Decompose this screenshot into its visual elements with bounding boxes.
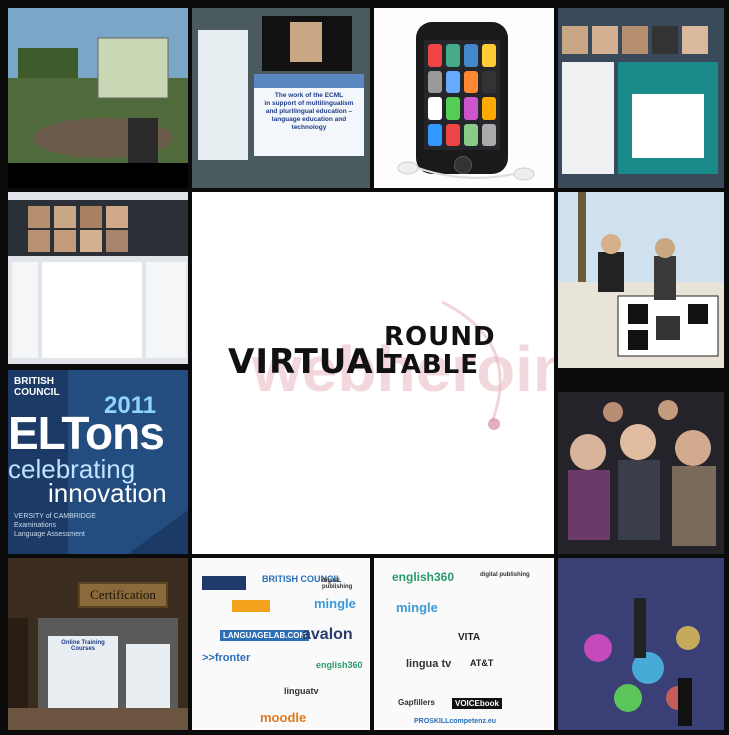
mingle-logo: mingle (396, 600, 438, 615)
avatars-scene (558, 192, 724, 368)
avatars-qr-photo (558, 192, 724, 368)
conference-interface (558, 8, 724, 188)
audience-scene (558, 392, 724, 554)
eltons-poster: BRITISH COUNCIL 2011 ELTons celebrating … (8, 370, 188, 554)
logo-block (232, 600, 270, 612)
mingle-logo: mingle (314, 596, 356, 611)
sponsor-logos-left: BRITISH COUNCIL digital publishing mingl… (192, 558, 370, 730)
footer-line: Language Assessment (14, 531, 85, 538)
photo-collage: The work of the ECML in support of multi… (0, 0, 729, 735)
digital-publishing-logo: digital publishing (480, 572, 530, 578)
footer-line: VERSITY of CAMBRIDGE (14, 513, 96, 520)
video-chat-interface (8, 192, 188, 364)
att-logo: AT&T (470, 658, 494, 668)
logo-virtual-text: VIRTUAL (228, 342, 397, 382)
avalon-logo: avalon (302, 626, 353, 643)
moodle-logo: moodle (260, 710, 307, 725)
slide-title-line: and plurilingual education – (265, 108, 353, 115)
footer-line: Examinations (14, 522, 57, 529)
eltons-footer: VERSITY of CAMBRIDGE Examinations Langua… (14, 512, 96, 539)
vita-logo: VITA (458, 632, 481, 643)
slide-title-line: in support of multilingualism (264, 100, 354, 107)
british-council-label: BRITISH COUNCIL (14, 376, 60, 398)
audience-photo (558, 392, 724, 554)
ipod-touch-photo (374, 8, 554, 188)
eltons-innovation: innovation (48, 478, 167, 508)
english360-logo: english360 (392, 570, 455, 584)
video-chat-screenshot (8, 192, 188, 364)
linguatv-logo: lingua tv (406, 658, 452, 670)
slide-title: The work of the ECML in support of multi… (256, 92, 362, 132)
sponsor-logos-right: english360 digital publishing mingle VIT… (374, 558, 554, 730)
linguatv-logo: linguatv (284, 686, 319, 696)
video-conference-screenshot (558, 8, 724, 188)
logo-block (202, 576, 246, 590)
training-board-text: Online Training Courses (61, 640, 105, 652)
voicebook-logo: VOICEbook (452, 698, 503, 709)
virtual-world-garden-photo (8, 8, 188, 188)
eltons-title: ELTons (8, 407, 165, 459)
org-line: COUNCIL (14, 387, 60, 398)
org-line: BRITISH (14, 376, 54, 387)
certification-sign: Certification (78, 582, 168, 608)
webinar-slide-screenshot: The work of the ECML in support of multi… (192, 8, 370, 188)
dance-floor-scene (558, 558, 724, 730)
english360-logo: english360 (316, 660, 363, 670)
proskill-logo: PROSKILLcompetenz.eu (414, 718, 497, 725)
slide-title-line: language education and (271, 116, 347, 123)
slide-title-line: The work of the ECML (274, 92, 344, 99)
virtual-world-garden-scene (8, 8, 188, 188)
virtual-round-table-logo-tile: webheroin VIRTUAL ROUND TABLE (192, 192, 554, 554)
gapfillers-logo: Gapfillers (398, 698, 435, 707)
fronter-logo: >>fronter (202, 652, 251, 664)
certification-building-photo: Certification Online Training Courses (8, 558, 188, 730)
logo-table-text: TABLE (384, 350, 479, 380)
slide-title-line: technology (291, 124, 327, 131)
digital-publishing-logo: digital publishing (322, 578, 353, 590)
earbuds (397, 161, 535, 181)
logo-round-text: ROUND (384, 322, 496, 352)
virtual-dance-floor-photo (558, 558, 724, 730)
languagelab-logo: LANGUAGELAB.COM (220, 630, 310, 641)
